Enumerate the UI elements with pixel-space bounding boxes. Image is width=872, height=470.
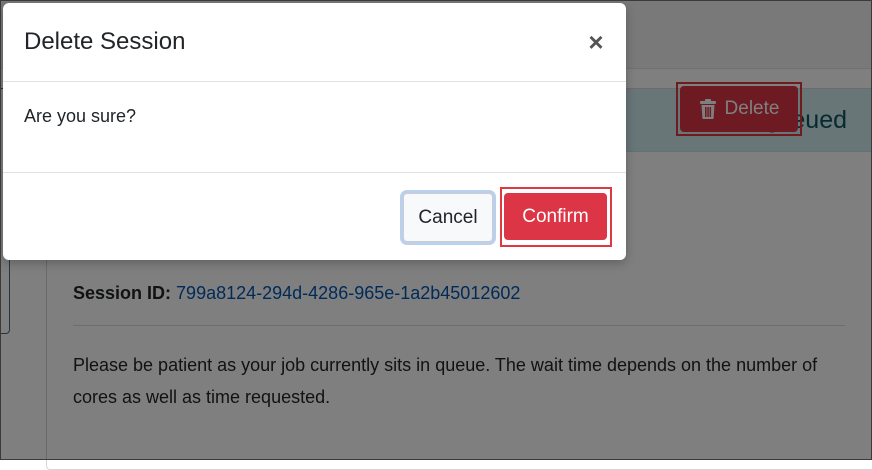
modal-footer: Cancel Confirm: [3, 172, 626, 261]
cancel-button[interactable]: Cancel: [403, 193, 493, 242]
close-icon[interactable]: ×: [584, 28, 608, 56]
modal-header: Delete Session ×: [3, 3, 626, 82]
delete-session-modal: Delete Session × Are you sure? Cancel Co…: [3, 3, 626, 260]
confirm-button[interactable]: Confirm: [504, 193, 607, 240]
modal-title: Delete Session: [24, 28, 186, 55]
modal-body-text: Are you sure?: [24, 106, 137, 126]
